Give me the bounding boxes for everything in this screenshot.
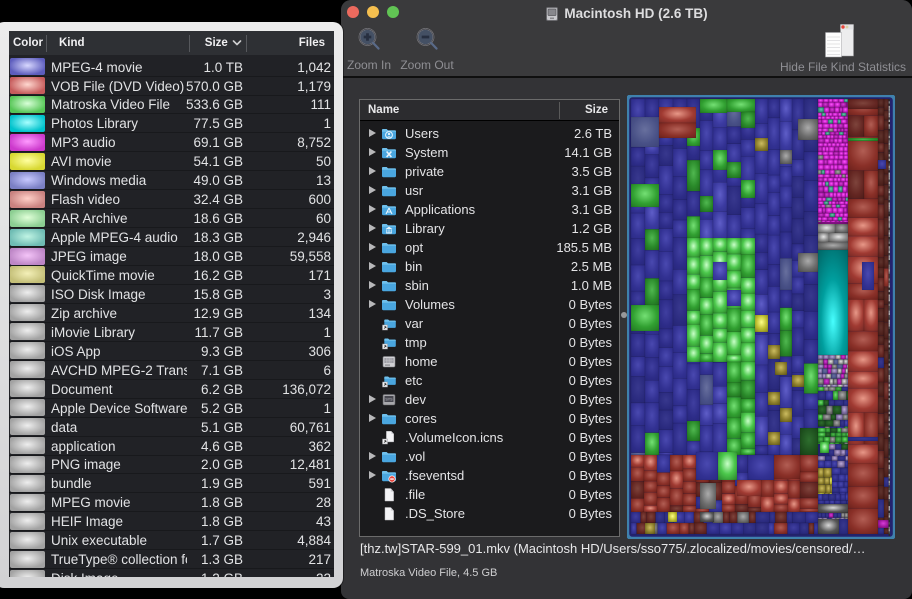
svg-text:SYS: SYS xyxy=(385,397,393,401)
